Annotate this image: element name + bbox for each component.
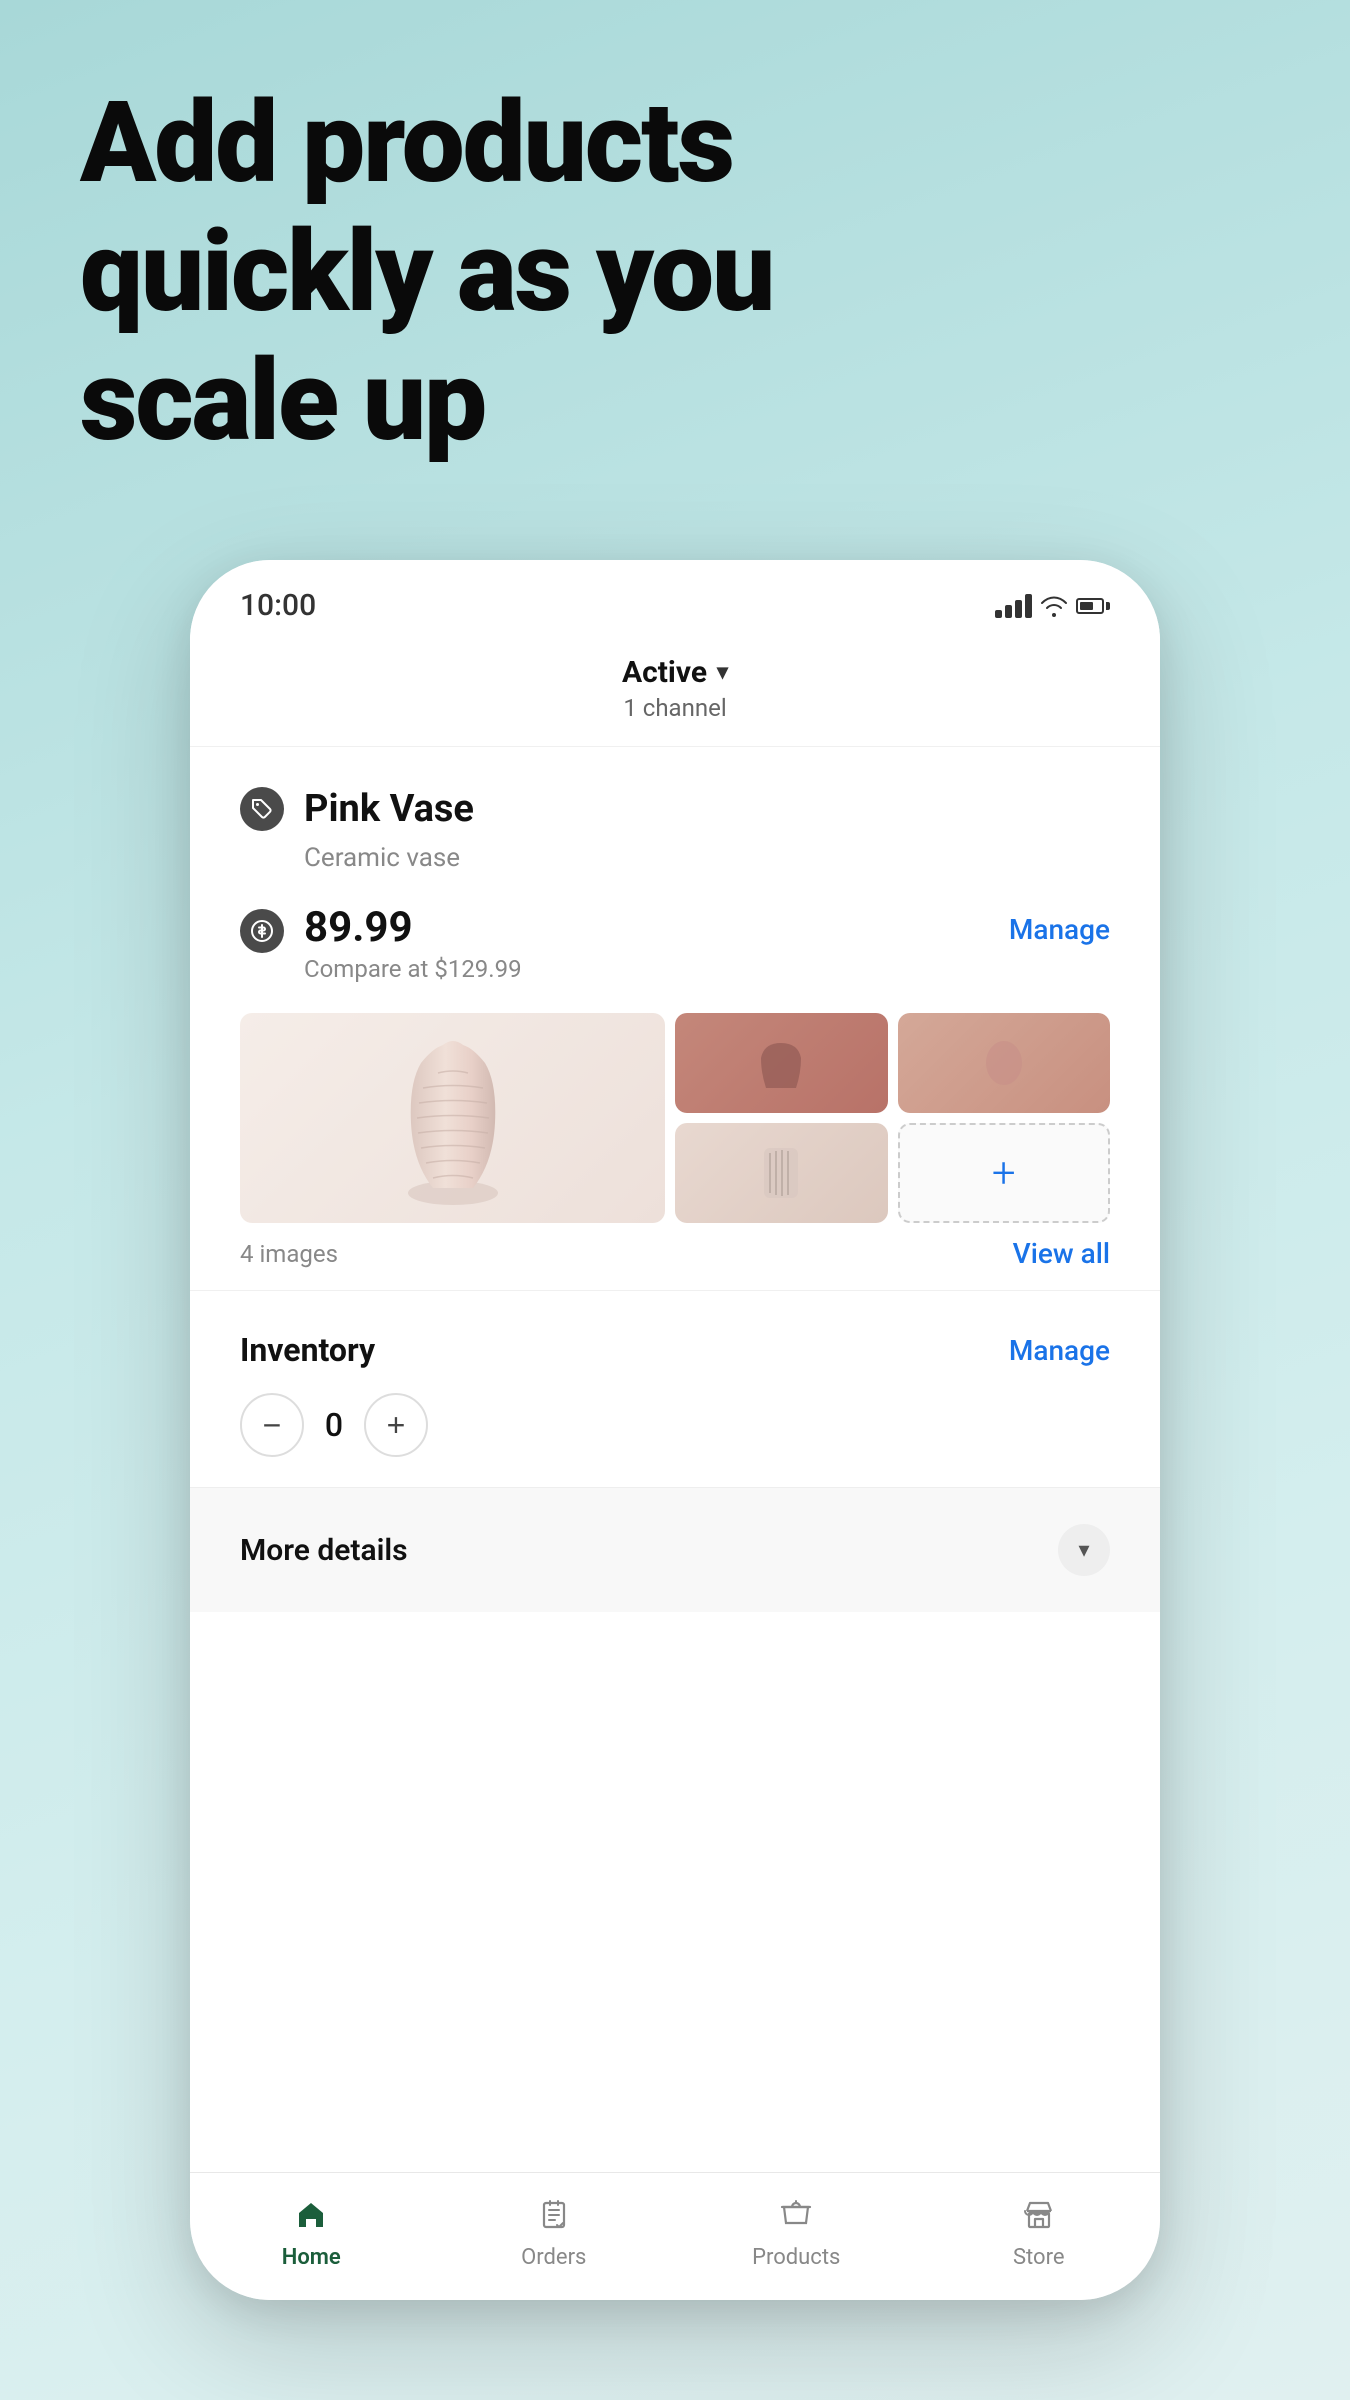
compare-price: Compare at $129.99 [304, 955, 522, 983]
active-label: Active [622, 655, 707, 690]
main-product-image[interactable] [240, 1013, 665, 1223]
divider-1 [190, 1290, 1160, 1291]
product-name: Pink Vase [304, 787, 474, 831]
image-count: 4 images [240, 1240, 338, 1268]
add-image-button[interactable]: + [898, 1123, 1111, 1223]
inventory-header: Inventory Manage [240, 1331, 1110, 1369]
nav-store[interactable]: Store [979, 2193, 1099, 2270]
channel-count: 1 channel [623, 694, 726, 722]
more-details-label: More details [240, 1533, 408, 1568]
price-manage-button[interactable]: Manage [1009, 905, 1110, 946]
product-section: Pink Vase Ceramic vase 89.99 Compare at … [190, 747, 1160, 983]
phone-frame: 10:00 Active ▾ 1 channel [190, 560, 1160, 2300]
hero-title: Add products quickly as you scale up [80, 80, 1270, 466]
store-icon [1017, 2193, 1061, 2237]
quantity-value: 0 [304, 1406, 364, 1444]
nav-products[interactable]: Products [736, 2193, 856, 2270]
images-section: + 4 images View all [190, 1013, 1160, 1280]
bottom-navigation: Home Orders Pr [190, 2172, 1160, 2300]
chevron-down-icon: ▾ [717, 660, 728, 685]
product-name-row: Pink Vase [240, 787, 1110, 831]
inventory-manage-button[interactable]: Manage [1009, 1334, 1110, 1367]
product-type: Ceramic vase [304, 843, 1110, 873]
active-channel-header[interactable]: Active ▾ 1 channel [190, 639, 1160, 747]
images-grid: + [240, 1013, 1110, 1223]
nav-store-label: Store [1013, 2245, 1065, 2270]
price-left: 89.99 Compare at $129.99 [240, 905, 522, 983]
decrement-button[interactable]: − [240, 1393, 304, 1457]
tag-icon [240, 787, 284, 831]
inventory-label: Inventory [240, 1331, 375, 1369]
scroll-content: Pink Vase Ceramic vase 89.99 Compare at … [190, 747, 1160, 2172]
quantity-stepper: − 0 + [240, 1393, 1110, 1457]
price-value: 89.99 [304, 905, 522, 951]
hero-section: Add products quickly as you scale up [80, 80, 1270, 466]
nav-orders[interactable]: Orders [494, 2193, 614, 2270]
dollar-icon [240, 909, 284, 953]
status-time: 10:00 [240, 588, 316, 623]
home-icon [289, 2193, 333, 2237]
more-details-section[interactable]: More details ▾ [190, 1487, 1160, 1612]
images-footer: 4 images View all [240, 1237, 1110, 1280]
products-icon [774, 2193, 818, 2237]
wifi-icon [1040, 595, 1068, 617]
price-info: 89.99 Compare at $129.99 [304, 905, 522, 983]
nav-home[interactable]: Home [251, 2193, 371, 2270]
status-bar: 10:00 [190, 560, 1160, 639]
increment-button[interactable]: + [364, 1393, 428, 1457]
orders-icon [532, 2193, 576, 2237]
plus-icon: + [992, 1149, 1016, 1198]
thumb-image-2[interactable] [898, 1013, 1111, 1113]
view-all-button[interactable]: View all [1013, 1237, 1110, 1270]
hero-title-line2: quickly as you [80, 207, 773, 338]
price-section: 89.99 Compare at $129.99 Manage [240, 905, 1110, 983]
inventory-section: Inventory Manage − 0 + [190, 1301, 1160, 1487]
status-icons [995, 594, 1110, 618]
vase-svg [383, 1023, 523, 1213]
signal-icon [995, 594, 1032, 618]
nav-orders-label: Orders [521, 2245, 586, 2270]
thumb-image-1[interactable] [675, 1013, 888, 1113]
nav-home-label: Home [282, 2245, 341, 2270]
hero-title-line1: Add products [80, 78, 733, 209]
hero-title-line3: scale up [80, 336, 485, 467]
nav-products-label: Products [752, 2245, 840, 2270]
battery-icon [1076, 598, 1110, 614]
active-status-row: Active ▾ [622, 655, 728, 690]
more-details-toggle[interactable]: ▾ [1058, 1524, 1110, 1576]
thumb-image-3[interactable] [675, 1123, 888, 1223]
